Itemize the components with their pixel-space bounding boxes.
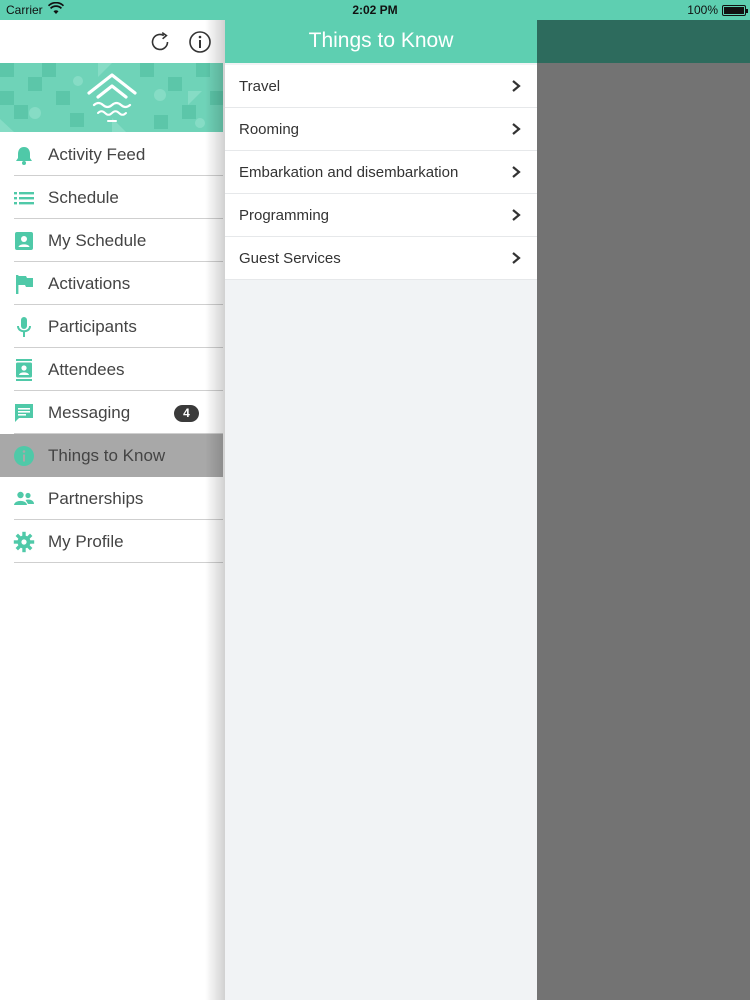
refresh-icon[interactable] xyxy=(148,30,172,54)
sidebar-item-schedule[interactable]: Schedule xyxy=(0,176,223,219)
chat-icon xyxy=(13,402,35,424)
sidebar-item-attendees[interactable]: Attendees xyxy=(0,348,223,391)
sidebar-item-label: My Profile xyxy=(48,532,124,551)
sidebar-shadow xyxy=(205,20,225,1000)
sidebar-item-label: Activations xyxy=(48,274,131,293)
chevron-right-icon xyxy=(511,208,521,222)
chevron-right-icon xyxy=(511,165,521,179)
sidebar-item-participants[interactable]: Participants xyxy=(0,305,223,348)
sidebar: Activity Feed Schedule My Schedule Activ… xyxy=(0,20,223,1000)
topics-list: Travel Rooming Embarkation and disembark… xyxy=(225,65,537,280)
list-item-guest-services[interactable]: Guest Services xyxy=(225,237,537,280)
chevron-right-icon xyxy=(511,79,521,93)
sidebar-item-activations[interactable]: Activations xyxy=(0,262,223,305)
clock-time: 2:02 PM xyxy=(352,3,398,17)
sidebar-item-label: Attendees xyxy=(48,360,125,379)
divider xyxy=(14,562,223,563)
dim-overlay[interactable] xyxy=(537,63,750,1000)
list-item-label: Travel xyxy=(239,78,281,95)
sidebar-toolbar xyxy=(0,20,223,63)
battery-percent: 100% xyxy=(687,3,718,17)
sidebar-item-label: Activity Feed xyxy=(48,145,146,164)
person-card-icon xyxy=(13,230,35,252)
chevron-right-icon xyxy=(511,251,521,265)
sidebar-item-label: Schedule xyxy=(48,188,119,207)
sidebar-item-my-profile[interactable]: My Profile xyxy=(0,520,223,563)
flag-icon xyxy=(13,273,35,295)
chevron-right-icon xyxy=(511,122,521,136)
status-bar: Carrier 2:02 PM 100% xyxy=(0,0,750,20)
list-icon xyxy=(13,187,35,209)
bell-icon xyxy=(13,144,35,166)
microphone-icon xyxy=(13,316,35,338)
sidebar-item-label: My Schedule xyxy=(48,231,147,250)
sidebar-item-partnerships[interactable]: Partnerships xyxy=(0,477,223,520)
sidebar-item-activity-feed[interactable]: Activity Feed xyxy=(0,133,223,176)
sidebar-item-things-to-know[interactable]: Things to Know xyxy=(0,434,223,477)
sidebar-menu: Activity Feed Schedule My Schedule Activ… xyxy=(0,133,223,563)
info-circle-icon xyxy=(13,445,35,467)
list-item-label: Guest Services xyxy=(239,250,341,267)
list-item-label: Embarkation and disembarkation xyxy=(239,164,459,181)
list-item-rooming[interactable]: Rooming xyxy=(225,108,537,151)
sidebar-item-my-schedule[interactable]: My Schedule xyxy=(0,219,223,262)
gear-icon xyxy=(13,531,35,553)
background-nav-bar xyxy=(537,20,750,63)
things-to-know-panel: Things to Know Travel Rooming Embarkatio… xyxy=(225,20,537,1000)
list-item-label: Programming xyxy=(239,207,330,224)
sidebar-item-messaging[interactable]: Messaging 4 xyxy=(0,391,223,434)
list-item-programming[interactable]: Programming xyxy=(225,194,537,237)
battery-icon xyxy=(722,5,748,16)
sidebar-item-label: Participants xyxy=(48,317,137,336)
unread-count-badge: 4 xyxy=(174,405,199,422)
sidebar-item-label: Messaging xyxy=(48,403,131,422)
sidebar-item-label: Partnerships xyxy=(48,489,144,508)
contact-book-icon xyxy=(13,359,35,381)
list-item-embarkation[interactable]: Embarkation and disembarkation xyxy=(225,151,537,194)
page-title: Things to Know xyxy=(308,29,454,52)
list-item-label: Rooming xyxy=(239,121,300,138)
people-icon xyxy=(13,488,35,510)
panel-nav-bar: Things to Know xyxy=(225,20,537,63)
sidebar-item-label: Things to Know xyxy=(48,446,166,465)
app-logo-banner xyxy=(0,63,223,132)
list-item-travel[interactable]: Travel xyxy=(225,65,537,108)
